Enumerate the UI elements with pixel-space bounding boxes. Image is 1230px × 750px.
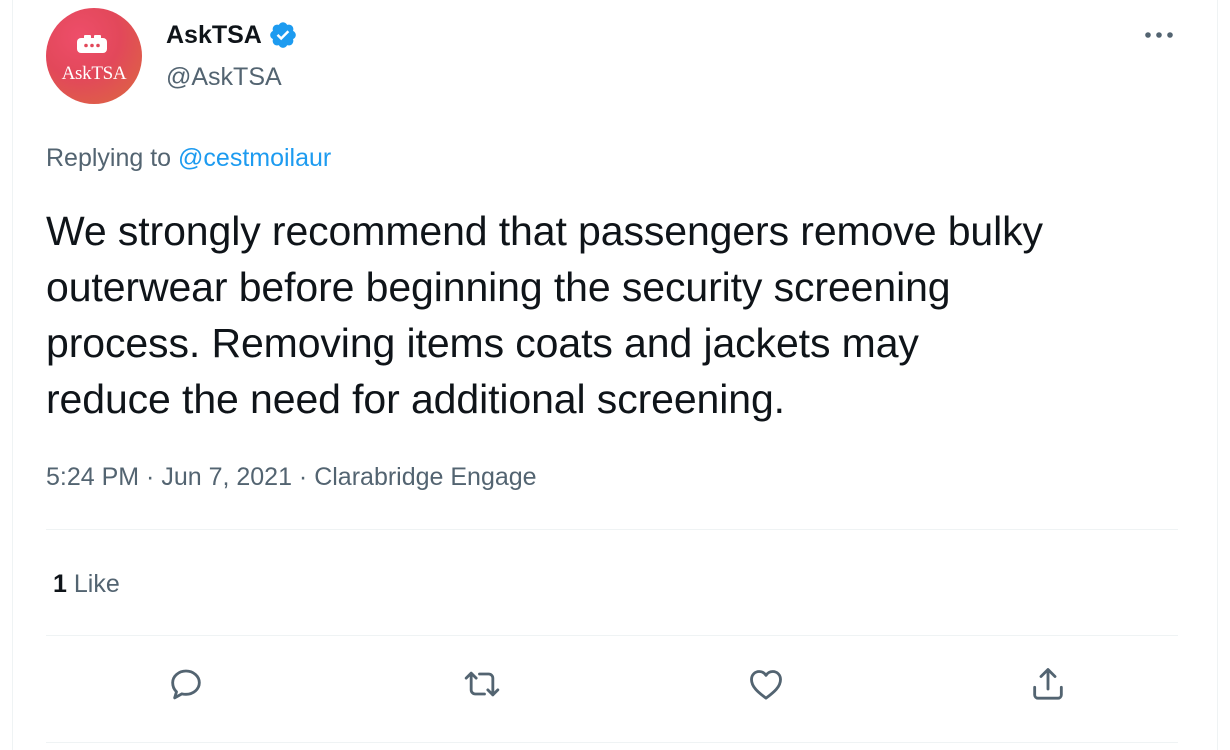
avatar[interactable]: AskTSA bbox=[46, 8, 142, 104]
reply-icon bbox=[171, 669, 201, 700]
tweet-text: We strongly recommend that passengers re… bbox=[46, 203, 1186, 427]
like-count: 1 bbox=[53, 570, 67, 598]
author-name-text: AskTSA bbox=[166, 21, 262, 49]
chat-bubble-icon bbox=[77, 35, 107, 53]
more-icon[interactable] bbox=[1139, 22, 1179, 48]
retweet-icon bbox=[464, 671, 500, 697]
author-name[interactable]: AskTSA bbox=[166, 20, 298, 50]
replying-to: Replying to @cestmoilaur bbox=[46, 143, 331, 173]
likes-stat[interactable]: 1 Like bbox=[53, 568, 120, 600]
retweet-button[interactable] bbox=[462, 664, 502, 704]
divider bbox=[46, 529, 1178, 530]
like-label: Like bbox=[73, 570, 120, 598]
mention-link[interactable]: @cestmoilaur bbox=[178, 144, 331, 172]
share-button[interactable] bbox=[1028, 664, 1068, 704]
tweet-text-line: reduce the need for additional screening… bbox=[46, 376, 785, 422]
replying-prefix: Replying to bbox=[46, 144, 172, 172]
verified-badge-icon bbox=[270, 22, 296, 48]
tweet-timestamp-source[interactable]: 5:24 PM · Jun 7, 2021 · Clarabridge Enga… bbox=[46, 461, 537, 493]
reply-button[interactable] bbox=[166, 664, 206, 704]
tweet-card: AskTSA AskTSA @AskTSA Replying to @cestm… bbox=[12, 0, 1218, 750]
avatar-logo-text: AskTSA bbox=[61, 63, 127, 84]
author-handle[interactable]: @AskTSA bbox=[166, 62, 282, 92]
like-icon bbox=[750, 670, 782, 700]
divider bbox=[46, 742, 1178, 743]
divider bbox=[46, 635, 1178, 636]
like-button[interactable] bbox=[746, 664, 786, 704]
tweet-text-line: We strongly recommend that passengers re… bbox=[46, 208, 1043, 254]
share-icon bbox=[1033, 668, 1063, 700]
tweet-text-line: process. Removing items coats and jacket… bbox=[46, 320, 919, 366]
tweet-text-line: outerwear before beginning the security … bbox=[46, 264, 951, 310]
